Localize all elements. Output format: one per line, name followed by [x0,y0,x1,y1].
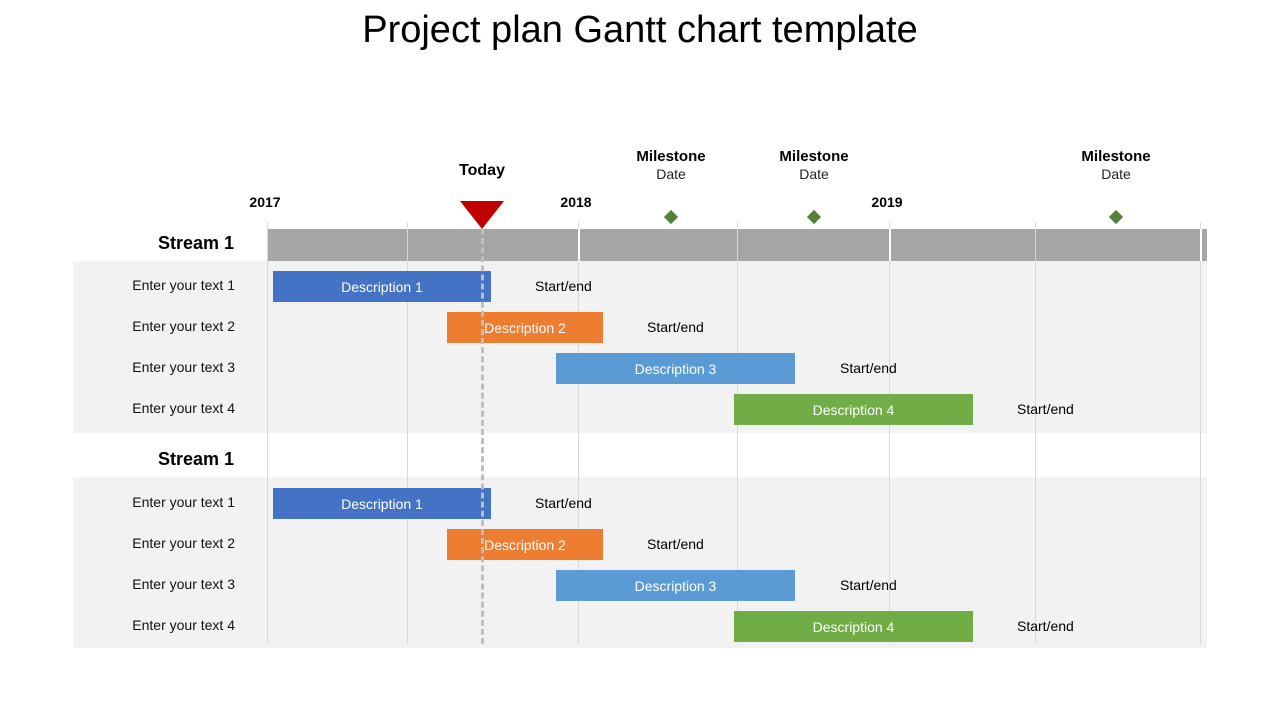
header-separator [578,229,580,261]
task-row-label: Enter your text 1 [132,277,235,293]
gridline [267,222,268,644]
milestone-diamond-icon [806,209,822,225]
today-marker-icon [460,201,504,229]
milestone-date: Date [656,166,686,182]
milestone-date: Date [1101,166,1131,182]
task-bar[interactable]: Description 4 [734,394,973,425]
task-bar[interactable]: Description 2 [447,312,603,343]
task-row-label: Enter your text 1 [132,494,235,510]
task-row-label: Enter your text 4 [132,617,235,633]
task-bar[interactable]: Description 3 [556,353,795,384]
stream-label: Stream 1 [157,449,234,469]
task-bar[interactable]: Description 1 [273,488,491,519]
year-tick-label: 2018 [560,194,592,210]
today-dashed-line [481,229,484,644]
task-start-end-label: Start/end [647,319,704,335]
task-start-end-label: Start/end [1017,401,1074,417]
milestone-title: Milestone [636,148,706,165]
year-tick-label: 2017 [249,194,281,210]
header-separator [1200,229,1202,261]
gantt-chart: 2017 2018 2019 Milestone Date Milestone Date Mi… [0,0,1280,720]
task-bar[interactable]: Description 1 [273,271,491,302]
task-bar[interactable]: Description 2 [447,529,603,560]
milestone-diamond-icon [1108,209,1124,225]
milestone-title: Milestone [1081,148,1151,165]
task-row-label: Enter your text 3 [132,576,235,592]
task-start-end-label: Start/end [840,360,897,376]
task-start-end-label: Start/end [1017,618,1074,634]
stream-label: Stream 1 [157,233,234,253]
header-separator [889,229,891,261]
task-row-label: Enter your text 2 [132,535,235,551]
task-bar[interactable]: Description 3 [556,570,795,601]
milestone-date: Date [799,166,829,182]
gridline [1035,222,1036,644]
task-row-label: Enter your text 3 [132,359,235,375]
task-bar[interactable]: Description 4 [734,611,973,642]
today-label: Today [459,162,505,179]
task-start-end-label: Start/end [535,495,592,511]
milestone-diamond-icon [663,209,679,225]
gridline [1200,222,1201,644]
year-tick-label: 2019 [871,194,903,210]
task-start-end-label: Start/end [647,536,704,552]
task-row-label: Enter your text 2 [132,318,235,334]
task-row-label: Enter your text 4 [132,400,235,416]
task-start-end-label: Start/end [840,577,897,593]
milestone-title: Milestone [779,148,849,165]
task-start-end-label: Start/end [535,278,592,294]
